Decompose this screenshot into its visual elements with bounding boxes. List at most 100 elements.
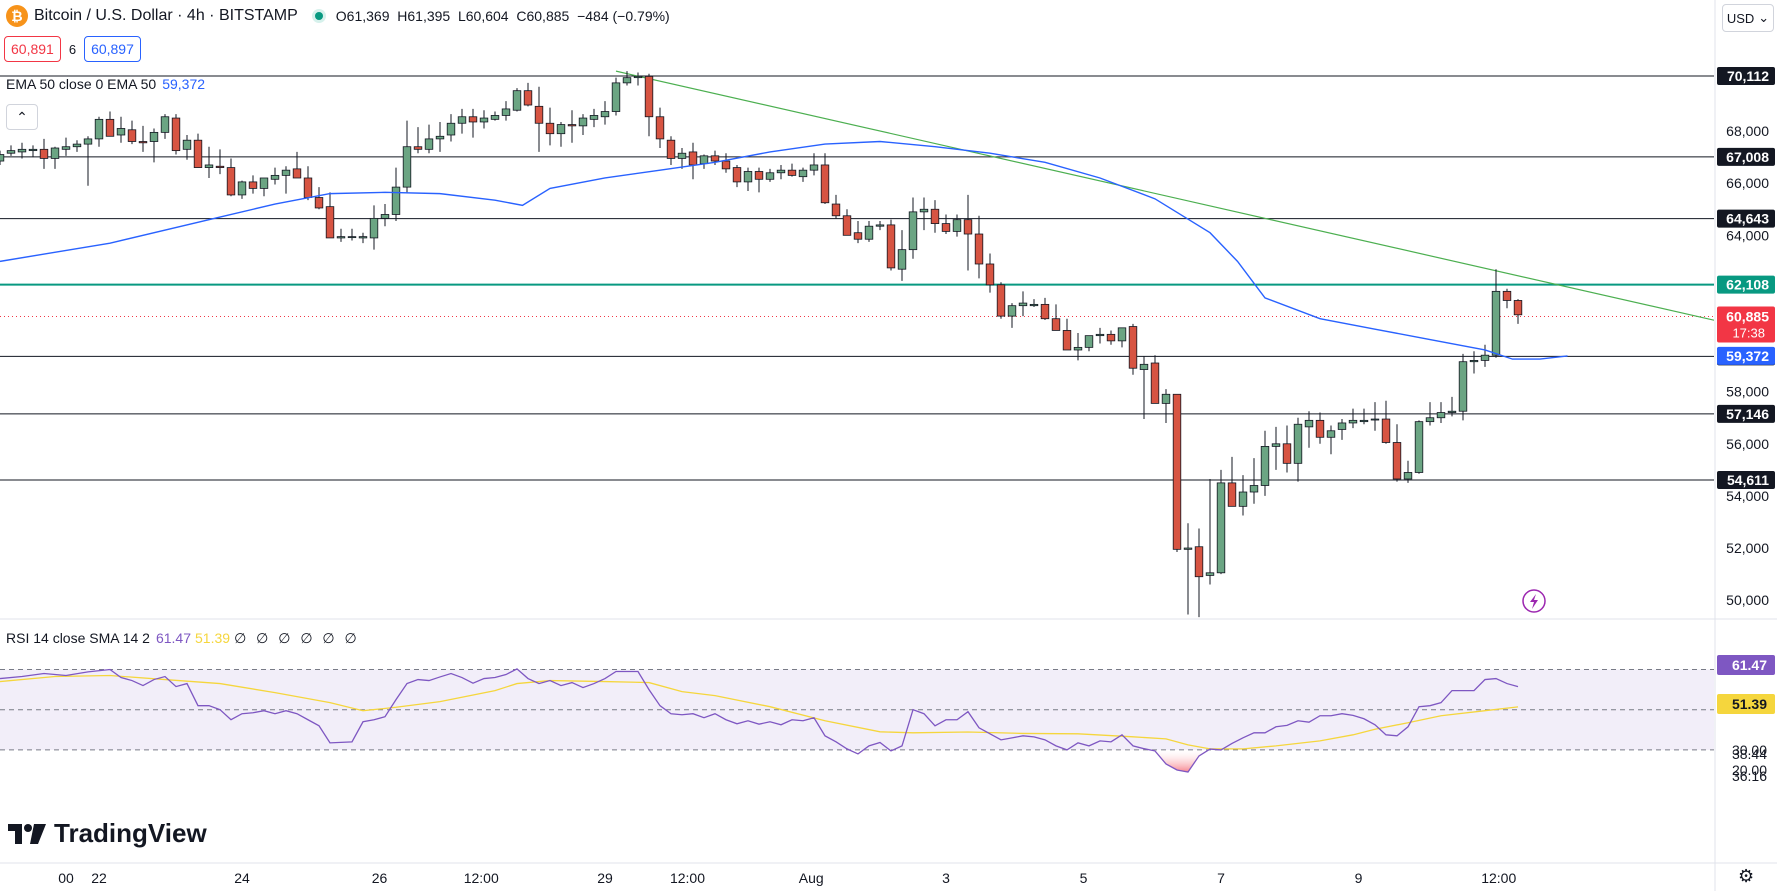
- chart-canvas[interactable]: 50,000 52,000 54,000 56,000 58,000 64,000 66,0…: [0, 0, 1777, 891]
- candle-body: [61, 146, 71, 150]
- rsi-legend[interactable]: RSI 14 close SMA 14 2 61.47 51.39 ∅ ∅ ∅ ∅ ∅…: [6, 630, 360, 647]
- candle: [754, 167, 764, 193]
- candle-body: [1040, 303, 1050, 320]
- candle-body: [380, 214, 390, 219]
- candle: [567, 110, 577, 143]
- candle: [0, 150, 5, 165]
- candle-body: [776, 169, 786, 174]
- candle-body: [479, 117, 489, 123]
- candle-body: [50, 147, 60, 159]
- candle-body: [501, 108, 511, 116]
- candle: [1139, 356, 1149, 420]
- level-tag-label: 54,611: [1727, 472, 1769, 488]
- candle: [1315, 412, 1325, 444]
- candle: [1469, 351, 1479, 374]
- candle: [446, 114, 456, 142]
- candle: [325, 192, 335, 239]
- candle: [952, 214, 962, 237]
- time-tick-label: 22: [91, 870, 107, 886]
- candle-body: [105, 118, 115, 137]
- candle: [732, 164, 742, 188]
- candle: [1436, 402, 1446, 423]
- candle: [853, 220, 863, 244]
- candle-body: [941, 223, 951, 232]
- candle-body: [424, 138, 434, 150]
- sell-button[interactable]: 60,891: [4, 36, 61, 62]
- price-tick-label: 52,000: [1726, 540, 1769, 556]
- candle: [963, 194, 973, 271]
- candle: [545, 107, 555, 146]
- candle-body: [699, 155, 709, 165]
- candle: [160, 114, 170, 139]
- candle-body: [633, 75, 643, 79]
- candle-body: [688, 151, 698, 166]
- candle-body: [1513, 300, 1523, 316]
- level-tag-label: 67,008: [1726, 149, 1769, 165]
- candle: [941, 214, 951, 235]
- candle: [1183, 523, 1193, 615]
- rsi-hl-label: 36.16: [1732, 768, 1767, 784]
- candle: [655, 107, 665, 149]
- symbol-title[interactable]: Bitcoin / U.S. Dollar · 4h · BITSTAMP: [34, 7, 298, 25]
- gear-icon[interactable]: ⚙: [1738, 866, 1754, 887]
- price-tick-label: 68,000: [1726, 123, 1769, 139]
- candle: [611, 77, 621, 116]
- candle-body: [1359, 419, 1369, 423]
- candle: [556, 121, 566, 147]
- ohlc-values: O61,369 H61,395 L60,604 C60,885 −484 (−0…: [336, 8, 670, 24]
- candle: [435, 121, 445, 152]
- chevron-down-icon: ⌄: [1758, 10, 1770, 25]
- candle-body: [820, 164, 830, 204]
- ohlc-high: H61,395: [397, 8, 451, 24]
- candle: [523, 82, 533, 107]
- candle: [61, 137, 71, 156]
- candle-body: [798, 169, 808, 178]
- candle: [490, 111, 500, 121]
- currency-select[interactable]: USD ⌄: [1722, 4, 1774, 32]
- candle: [402, 120, 412, 193]
- candle-body: [1095, 333, 1105, 337]
- candle-body: [215, 165, 225, 168]
- candle-body: [1260, 446, 1270, 486]
- price-tick-label: 50,000: [1726, 592, 1769, 608]
- candle: [1480, 344, 1490, 367]
- market-status-icon[interactable]: [311, 9, 326, 23]
- rsi-pane: [0, 668, 1714, 773]
- candle: [743, 167, 753, 192]
- tradingview-logo[interactable]: TradingView: [8, 818, 207, 849]
- candle-body: [259, 177, 269, 189]
- level-tag-label: 64,643: [1726, 211, 1769, 227]
- candle-body: [281, 169, 291, 176]
- candle-body: [952, 219, 962, 232]
- candle-body: [1183, 547, 1193, 550]
- candle: [1458, 353, 1468, 421]
- candle-body: [1271, 443, 1281, 447]
- candle-body: [1227, 482, 1237, 507]
- candle: [1392, 424, 1402, 482]
- candle-body: [523, 90, 533, 106]
- chevron-up-icon: ⌃: [16, 108, 28, 125]
- collapse-legend-button[interactable]: ⌃: [6, 104, 38, 130]
- candle-body: [1084, 335, 1094, 348]
- price-tick-label: 56,000: [1726, 436, 1769, 452]
- candle-body: [567, 124, 577, 127]
- candle-body: [864, 225, 874, 240]
- candle: [270, 167, 280, 185]
- ema-legend[interactable]: EMA 50 close 0 EMA 50 59,372: [6, 76, 205, 92]
- candle-body: [435, 135, 445, 140]
- candle-body: [1491, 290, 1501, 356]
- tradingview-logo-icon: [8, 823, 46, 844]
- candle: [798, 167, 808, 182]
- candle-body: [0, 154, 5, 162]
- candle: [996, 282, 1006, 319]
- candle-body: [578, 117, 588, 127]
- candle-body: [897, 249, 907, 270]
- buy-button[interactable]: 60,897: [84, 36, 141, 62]
- candle: [1106, 330, 1116, 345]
- candle: [1040, 297, 1050, 321]
- ohlc-low: L60,604: [457, 8, 509, 24]
- candle: [1216, 469, 1226, 575]
- candle: [1084, 335, 1094, 352]
- candle-body: [666, 139, 676, 159]
- candle-body: [875, 224, 885, 227]
